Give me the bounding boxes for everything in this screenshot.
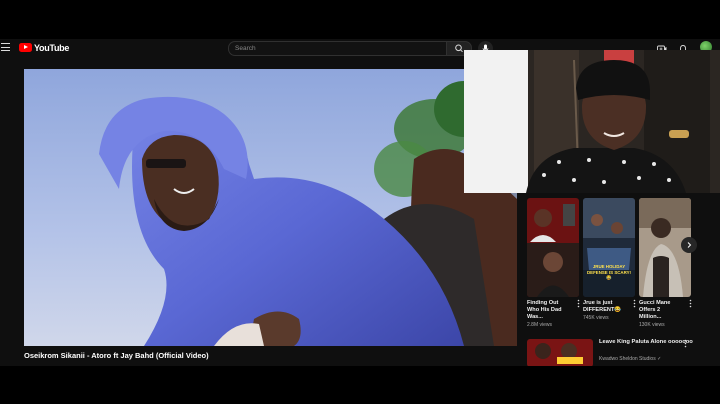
short-card[interactable]: JRUE HOLIDAY DEFENSE IS SCARY!😂 Jrue is …	[583, 198, 637, 321]
short-title: Gucci Mane Offers 2 Million...	[639, 300, 671, 320]
youtube-logo[interactable]: YouTube	[19, 42, 69, 53]
youtube-play-icon	[19, 43, 32, 52]
more-options-icon[interactable]	[632, 299, 637, 308]
short-title: Jrue is just DIFFERENT😂	[583, 300, 622, 313]
more-options-icon[interactable]	[683, 339, 688, 348]
recommended-video[interactable]: Leave King Paluta Alone ooooooo Kwadwo S…	[527, 337, 713, 366]
video-title[interactable]: Oseikrom Sikanii - Atoro ft Jay Bahd (Of…	[24, 351, 209, 360]
menu-icon[interactable]	[1, 43, 10, 51]
short-title: Finding Out Who His Dad Was...	[527, 300, 562, 320]
logo-text: YouTube	[34, 42, 70, 53]
webcam-overlay	[464, 50, 720, 193]
short-views: 130K views	[639, 322, 665, 328]
short-card[interactable]: Finding Out Who His Dad Was... 2.8M view…	[527, 198, 581, 328]
youtube-watch-page: YouTube Search Oseikrom Sikanii - Atoro …	[0, 39, 720, 366]
short-thumb-caption: JRUE HOLIDAY DEFENSE IS SCARY!😂	[587, 264, 631, 280]
search-input[interactable]	[235, 42, 435, 55]
letterbox-bottom	[0, 366, 720, 404]
short-card[interactable]: Gucci Mane Offers 2 Million... 130K view…	[639, 198, 693, 328]
video-thumbnail[interactable]	[527, 339, 593, 366]
letterbox-top	[0, 0, 720, 39]
short-views: 745K views	[583, 315, 609, 321]
search-box	[228, 41, 447, 56]
shelf-next-button[interactable]	[681, 237, 697, 253]
short-thumbnail[interactable]: JRUE HOLIDAY DEFENSE IS SCARY!😂	[583, 198, 635, 297]
more-options-icon[interactable]	[576, 299, 581, 308]
video-frame	[24, 69, 517, 346]
short-views: 2.8M views	[527, 322, 553, 328]
short-thumbnail[interactable]	[527, 198, 579, 297]
recommended-video-channel: Kwadwo Sheldon Studios ✓	[599, 356, 662, 362]
video-player[interactable]	[24, 69, 517, 346]
webcam-frame	[464, 50, 720, 193]
chevron-right-icon	[687, 242, 692, 248]
more-options-icon[interactable]	[688, 299, 693, 308]
